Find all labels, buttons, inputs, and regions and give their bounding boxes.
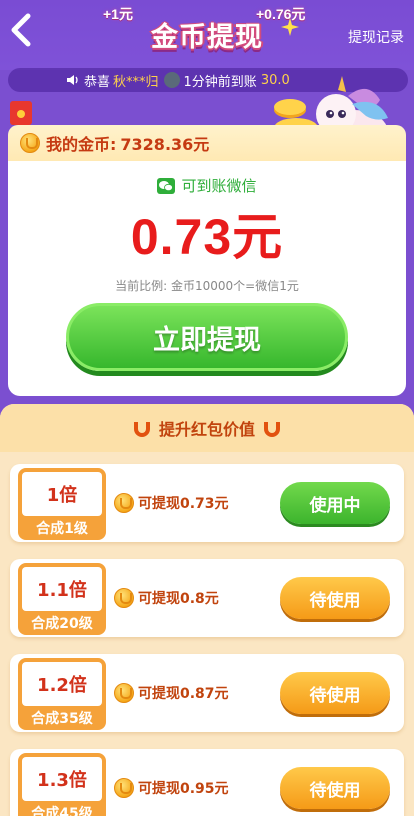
section-header: 提升红包价值 bbox=[0, 404, 414, 452]
bonus-float-left: +1元 bbox=[103, 6, 133, 22]
page-title: 金币提现 bbox=[151, 21, 263, 53]
wechat-icon bbox=[157, 177, 176, 194]
coin-icon bbox=[114, 588, 134, 608]
tier-info: 可提现0.73元 bbox=[114, 493, 229, 513]
coin-icon bbox=[114, 493, 134, 513]
magnet-icon bbox=[133, 422, 150, 437]
magnet-icon bbox=[264, 422, 280, 437]
tier-badge: 1.3倍 合成45级 bbox=[18, 753, 106, 816]
tier-row: 1倍 合成1级 可提现0.73元 使用中 bbox=[10, 464, 404, 542]
exchange-ratio: 当前比例: 金币10000个=微信1元 bbox=[115, 279, 299, 293]
tier-withdraw-amount: 可提现0.87元 bbox=[138, 686, 229, 702]
coin-icon bbox=[114, 683, 134, 703]
tier-multiplier: 1.3倍 bbox=[22, 757, 102, 801]
withdraw-now-button[interactable]: 立即提现 bbox=[66, 303, 348, 371]
tier-row: 1.3倍 合成45级 可提现0.95元 待使用 bbox=[10, 749, 404, 816]
marquee-prefix: 恭喜 bbox=[84, 74, 111, 90]
tier-withdraw-amount: 可提现0.73元 bbox=[138, 496, 229, 512]
upgrade-panel: 提升红包价值 1倍 合成1级 可提现0.73元 使用中 1.1倍 合成20级 可… bbox=[0, 404, 414, 816]
tier-in-use-button[interactable]: 使用中 bbox=[280, 482, 390, 524]
tier-badge: 1.2倍 合成35级 bbox=[18, 658, 106, 730]
coin-icon bbox=[20, 133, 40, 153]
avatar bbox=[163, 72, 180, 88]
tier-pending-button[interactable]: 待使用 bbox=[280, 577, 390, 619]
red-envelope-icon bbox=[10, 101, 32, 125]
header: +1元 +0.76元 金币提现 提现记录 bbox=[0, 0, 414, 70]
coin-icon bbox=[114, 778, 134, 798]
withdraw-card: 可到账微信 0.73元 当前比例: 金币10000个=微信1元 立即提现 bbox=[8, 161, 406, 396]
back-arrow-icon[interactable] bbox=[6, 10, 38, 50]
tier-badge: 1倍 合成1级 bbox=[18, 468, 106, 540]
sparkle-icon bbox=[281, 18, 299, 36]
tier-info: 可提现0.8元 bbox=[114, 588, 219, 608]
tier-level: 合成1级 bbox=[36, 521, 88, 537]
tier-info: 可提现0.87元 bbox=[114, 683, 229, 703]
tier-pending-button[interactable]: 待使用 bbox=[280, 767, 390, 809]
gold-value: 7328.36元 bbox=[120, 135, 210, 154]
tier-row: 1.1倍 合成20级 可提现0.8元 待使用 bbox=[10, 559, 404, 637]
wechat-row: 可到账微信 bbox=[8, 175, 406, 196]
tier-multiplier: 1.1倍 bbox=[22, 567, 102, 611]
marquee-user: 秋***归 bbox=[113, 74, 159, 90]
withdraw-amount: 0.73元 bbox=[130, 209, 284, 265]
tier-row: 1.2倍 合成35级 可提现0.87元 待使用 bbox=[10, 654, 404, 732]
tier-withdraw-amount: 可提现0.8元 bbox=[138, 591, 219, 607]
wechat-label: 可到账微信 bbox=[181, 177, 257, 195]
tier-multiplier: 1.2倍 bbox=[22, 662, 102, 706]
page-title-banner: 金币提现 bbox=[132, 14, 282, 54]
section-title: 提升红包价值 bbox=[158, 420, 255, 439]
tier-badge: 1.1倍 合成20级 bbox=[18, 563, 106, 635]
tier-withdraw-amount: 可提现0.95元 bbox=[138, 781, 229, 797]
tier-pending-button[interactable]: 待使用 bbox=[280, 672, 390, 714]
marquee-message: 1分钟前到账 bbox=[183, 74, 257, 90]
withdraw-records-link[interactable]: 提现记录 bbox=[348, 27, 404, 47]
tier-level: 合成45级 bbox=[31, 806, 93, 816]
my-gold-bar: 我的金币: 7328.36元 bbox=[8, 125, 406, 161]
gold-label: 我的金币: bbox=[46, 135, 117, 154]
tier-multiplier: 1倍 bbox=[22, 472, 102, 516]
tier-level: 合成20级 bbox=[31, 616, 93, 632]
tier-level: 合成35级 bbox=[31, 711, 93, 727]
tier-info: 可提现0.95元 bbox=[114, 778, 229, 798]
speaker-icon bbox=[67, 75, 78, 85]
